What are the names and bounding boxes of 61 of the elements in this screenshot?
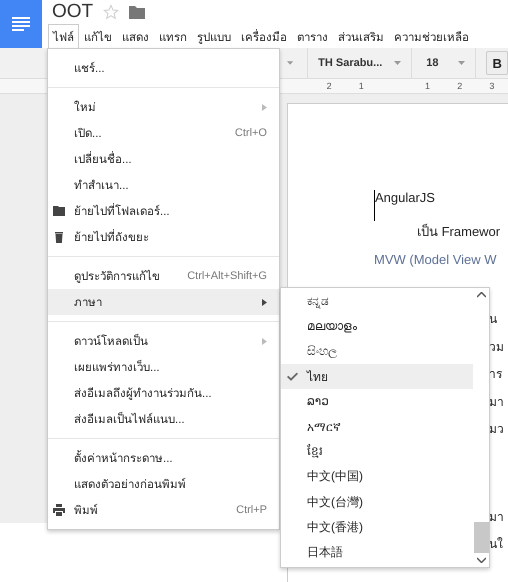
ruler-number: 1 [358,81,365,91]
menu-item[interactable]: เผยแพร่ทางเว็บ... [48,354,279,380]
bold-button[interactable]: B [486,51,508,75]
document-text: MVW (Model View W [374,252,497,269]
language-item[interactable]: ಕನ್ನಡ [281,288,473,314]
language-item[interactable]: አማርኛ [281,414,473,440]
font-size-dropdown[interactable]: 18 [412,57,476,69]
menu-item[interactable]: ภาษา [48,289,279,315]
menu-item[interactable]: แชร์... [48,55,279,81]
document-text: มว [489,422,504,436]
trash-icon [53,231,65,243]
language-item[interactable]: 中文(香港) [281,514,473,540]
menu-item[interactable]: แสดงตัวอย่างก่อนพิมพ์ [48,471,279,497]
menu-item[interactable]: ดูประวัติการแก้ไข Ctrl+Alt+Shift+G [48,263,279,289]
document-text: มา [489,510,504,524]
document-text: วม [489,340,504,354]
scroll-down-icon[interactable] [476,557,486,563]
menu-item[interactable]: ใหม่ [48,94,279,120]
star-icon[interactable] [103,4,120,20]
menu-item[interactable]: เปลี่ยนชื่อ... [48,146,279,172]
menu-item[interactable]: ดาวน์โหลดเป็น [48,328,279,354]
document-text: น [489,312,497,326]
language-item[interactable]: ລາວ [281,388,473,414]
scroll-up-icon[interactable] [476,292,486,298]
font-dropdown[interactable]: TH Sarabu... [308,57,412,69]
folder-icon[interactable] [129,6,146,18]
document-text: เป็น Framewor [416,222,500,241]
document-text: AngularJS [374,190,435,221]
language-item[interactable]: සිංහල [281,338,473,364]
menu-icon [12,17,30,31]
menu-tab[interactable]: ไฟล์ [48,24,79,48]
document-text: มา [489,394,504,408]
menu-item[interactable]: ย้ายไปที่โฟลเดอร์... [48,198,279,224]
caret-icon [287,61,294,65]
ruler-number: 2 [456,81,464,91]
menu-item[interactable]: พิมพ์ Ctrl+P [48,497,279,523]
checkmark-icon [287,372,298,381]
document-text: นใ [489,537,503,551]
docs-menu-button[interactable] [0,0,42,48]
ruler-number: 1 [424,81,432,91]
language-item[interactable]: 中文(台灣) [281,490,473,515]
printer-icon [53,504,65,516]
menu-item[interactable]: ตั้งค่าหน้ากระดาษ... [48,445,279,471]
document-title[interactable]: OOT [52,1,94,23]
menu-item[interactable]: ส่งอีเมลเป็นไฟล์แนบ... [48,406,279,432]
folder-icon [53,205,65,217]
ruler-number: 3 [488,81,496,91]
language-item[interactable]: മലയാളം [281,313,473,338]
language-item[interactable]: ไทย [281,364,473,389]
ruler-number: 2 [326,81,333,91]
caret-icon [394,61,402,65]
language-item[interactable]: 中文(中国) [281,464,473,490]
language-item[interactable]: ខ្មែរ [281,439,473,464]
language-item[interactable]: 日本語 [281,540,473,566]
scrollbar-thumb[interactable] [474,522,488,553]
menu-item[interactable]: ย้ายไปที่ถังขยะ [48,224,279,250]
menu-item[interactable]: เปิด... Ctrl+O [48,120,279,146]
caret-icon [458,61,466,65]
menu-item[interactable]: ส่งอีเมลถึงผู้ทำงานร่วมกัน... [48,380,279,406]
document-text: าร [489,367,502,381]
menu-item[interactable]: ทำสำเนา... [48,172,279,198]
